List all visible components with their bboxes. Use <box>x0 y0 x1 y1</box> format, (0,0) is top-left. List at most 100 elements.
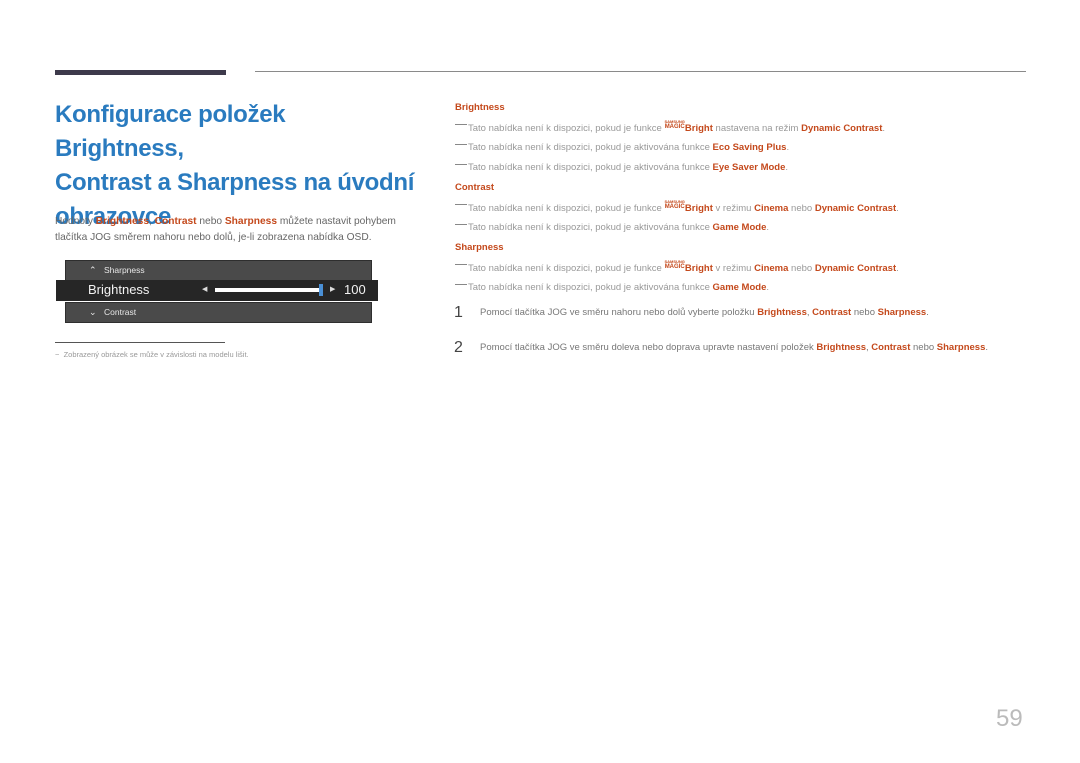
header-rule <box>255 71 1026 72</box>
term: Sharpness <box>877 307 927 318</box>
logo-bright: Bright <box>684 263 713 274</box>
section-heading-contrast: Contrast <box>455 182 495 193</box>
text: Pomocí tlačítka JOG ve směru nahoru nebo… <box>480 307 758 318</box>
osd-item-sharpness: ⌃ Sharpness <box>65 260 372 281</box>
text: . <box>766 282 770 293</box>
section-heading-sharpness: Sharpness <box>455 242 504 253</box>
text: Tato nabídka není k dispozici, pokud je … <box>468 263 665 274</box>
text: . <box>896 263 899 274</box>
note: Tato nabídka není k dispozici, pokud je … <box>455 260 1035 280</box>
text: Tato nabídka není k dispozici, pokud je … <box>468 203 665 214</box>
step-number: 1 <box>454 304 463 321</box>
text: . <box>766 222 770 233</box>
step-number: 2 <box>454 339 463 356</box>
text: Tato nabídka není k dispozici, pokud je … <box>468 123 665 134</box>
arrow-right-icon: ▶ <box>330 286 336 293</box>
term: Dynamic Contrast <box>801 123 883 134</box>
text: . <box>786 142 790 153</box>
note-dash <box>455 164 467 165</box>
footnote-text: Zobrazený obrázek se může v závislosti n… <box>63 350 249 359</box>
step: 2 Pomocí tlačítka JOG ve směru doleva ne… <box>454 339 1035 374</box>
note: Tato nabídka není k dispozici, pokud je … <box>455 160 1035 180</box>
title-line: Konfigurace položek Brightness, <box>55 101 286 162</box>
note-dash <box>455 264 467 265</box>
chevron-up-icon: ⌃ <box>89 265 97 275</box>
note: Tato nabídka není k dispozici, pokud je … <box>455 140 1035 160</box>
term: Brightness <box>816 342 867 353</box>
term: Eye Saver Mode <box>712 162 786 173</box>
step-text: Pomocí tlačítka JOG ve směru nahoru nebo… <box>480 307 929 318</box>
logo-bright: Bright <box>684 203 713 214</box>
text: . <box>985 342 988 353</box>
note: Tato nabídka není k dispozici, pokud je … <box>455 120 1035 140</box>
text: Tato nabídka není k dispozici, pokud je … <box>468 282 713 293</box>
term-brightness: Brightness <box>95 216 149 227</box>
term: Contrast <box>812 307 852 318</box>
osd-item-label: Sharpness <box>104 265 145 275</box>
term-sharpness: Sharpness <box>224 216 277 227</box>
text: . <box>896 203 899 214</box>
page-number: 59 <box>996 705 1023 732</box>
text: Tato nabídka není k dispozici, pokud je … <box>468 142 713 153</box>
step-text: Pomocí tlačítka JOG ve směru doleva nebo… <box>480 342 988 353</box>
osd-item-contrast: ⌄ Contrast <box>65 302 372 323</box>
section-heading-brightness: Brightness <box>455 102 505 113</box>
text: Tato nabídka není k dispozici, pokud je … <box>468 162 713 173</box>
chevron-down-icon: ⌄ <box>89 307 97 317</box>
logo-magic: MAGIC <box>664 124 685 130</box>
magic-bright-logo: SAMSUNG MAGIC Bright <box>664 120 712 137</box>
osd-menu-illustration: ⌃ Sharpness Brightness ◀ ▶ 100 ⌄ Contras… <box>56 260 378 323</box>
logo-magic: MAGIC <box>664 204 685 210</box>
text: nastavena na režim <box>712 123 802 134</box>
term: Brightness <box>757 307 807 318</box>
text: Pomocí tlačítka JOG ve směru doleva nebo… <box>480 342 817 353</box>
text: . <box>785 162 789 173</box>
text: nebo <box>788 203 815 214</box>
note-dash <box>455 144 467 145</box>
note-dash <box>455 124 467 125</box>
slider-thumb <box>319 284 323 296</box>
title-line: Contrast a Sharpness na úvodní <box>55 169 415 196</box>
brightness-value: 100 <box>344 282 366 297</box>
term-contrast: Contrast <box>154 216 197 227</box>
osd-item-label: Contrast <box>104 307 137 317</box>
text: Tato nabídka není k dispozici, pokud je … <box>468 222 713 233</box>
logo-bright: Bright <box>684 123 713 134</box>
text: nebo <box>788 263 815 274</box>
note-dash <box>455 224 467 225</box>
note: Tato nabídka není k dispozici, pokud je … <box>455 280 1035 300</box>
brightness-slider <box>215 284 323 296</box>
text: . <box>926 307 929 318</box>
text: v režimu <box>712 203 755 214</box>
step: 1 Pomocí tlačítka JOG ve směru nahoru ne… <box>454 304 1035 339</box>
text: nebo <box>910 342 937 353</box>
arrow-left-icon: ◀ <box>202 286 208 293</box>
term: Dynamic Contrast <box>814 263 897 274</box>
magic-bright-logo: SAMSUNG MAGIC Bright <box>664 260 712 277</box>
text: nebo <box>196 216 225 227</box>
intro-paragraph: Hodnoty Brightness, Contrast nebo Sharpn… <box>55 214 415 245</box>
text: nebo <box>851 307 878 318</box>
note-dash <box>455 204 467 205</box>
magic-bright-logo: SAMSUNG MAGIC Bright <box>664 200 712 217</box>
osd-item-brightness: Brightness ◀ ▶ 100 <box>56 280 378 301</box>
note: Tato nabídka není k dispozici, pokud je … <box>455 200 1035 220</box>
text: Hodnoty <box>55 216 96 227</box>
text: v režimu <box>712 263 755 274</box>
osd-item-label: Brightness <box>88 282 150 297</box>
term: Eco Saving Plus <box>712 142 787 153</box>
term: Cinema <box>754 203 789 214</box>
term: Cinema <box>754 263 789 274</box>
note: Tato nabídka není k dispozici, pokud je … <box>455 220 1035 240</box>
term: Game Mode <box>712 222 767 233</box>
term: Contrast <box>871 342 911 353</box>
term: Dynamic Contrast <box>814 203 897 214</box>
note-dash <box>455 284 467 285</box>
notes-column: Brightness Tato nabídka není k dispozici… <box>454 100 1035 374</box>
header-accent-bar <box>55 70 226 75</box>
footnote-divider <box>55 342 225 343</box>
footnote: − Zobrazený obrázek se může v závislosti… <box>55 350 249 359</box>
term: Sharpness <box>936 342 986 353</box>
logo-magic: MAGIC <box>664 264 685 270</box>
text: . <box>882 123 886 134</box>
